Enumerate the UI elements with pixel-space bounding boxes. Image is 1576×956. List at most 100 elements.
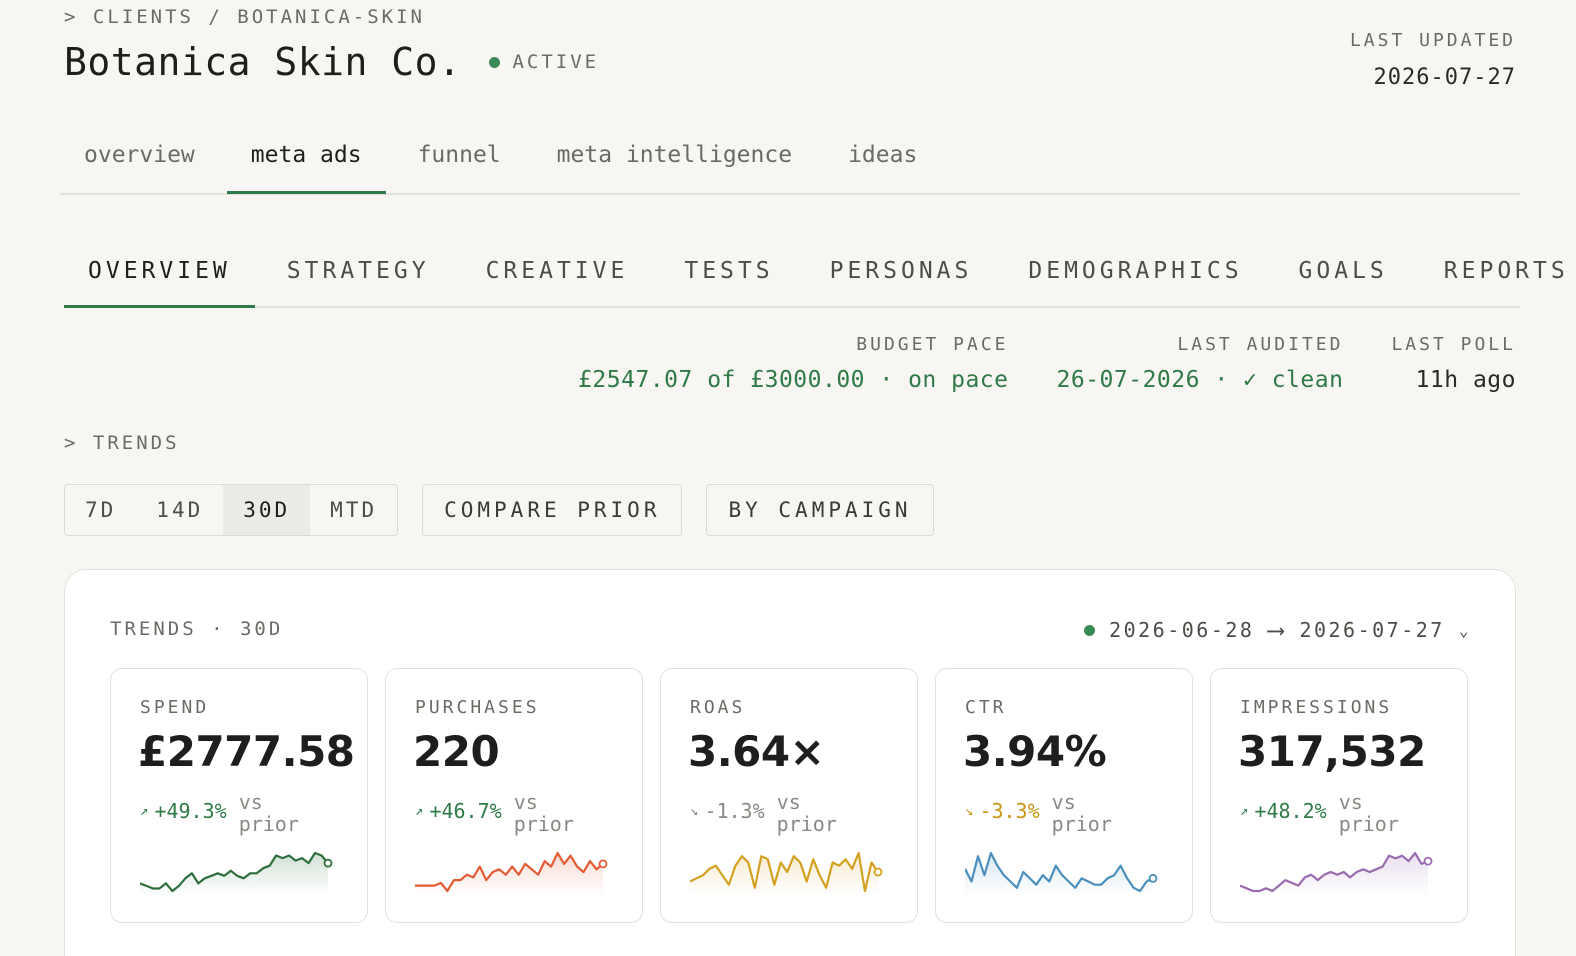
kpi-value: 317,532 [1238, 727, 1426, 776]
kpi-delta: ↗ +48.2% [1240, 799, 1327, 823]
kpi-card-impressions[interactable]: IMPRESSIONS 317,532 ↗ +48.2% vs prior [1210, 668, 1468, 923]
kpi-delta-row: ↘ -3.3% vs prior [965, 791, 1122, 835]
budget-pace-value: £2547.07 of £3000.00 · on pace [578, 367, 1009, 393]
last-poll-label: LAST POLL [1391, 334, 1516, 355]
range-selector: 7D 14D 30D MTD [64, 484, 399, 536]
tab-meta-intelligence[interactable]: meta intelligence [533, 128, 816, 194]
budget-pace: BUDGET PACE £2547.07 of £3000.00 · on pa… [578, 334, 1008, 393]
last-updated: LAST UPDATED 2026-07-27 [1350, 30, 1516, 90]
last-updated-value: 2026-07-27 [1373, 65, 1516, 90]
subtab-demographics[interactable]: DEMOGRAPHICS [1004, 242, 1266, 308]
range-mtd-button[interactable]: MTD [310, 485, 397, 535]
status-badge: ACTIVE [489, 51, 599, 73]
date-from: 2026-06-28 [1109, 618, 1255, 642]
arrow-right-icon: ⟶ [1268, 616, 1286, 644]
subtab-strategy[interactable]: STRATEGY [263, 242, 454, 308]
kpi-cards: SPEND £2777.58 ↗ +49.3% vs prior PURCHASES 220… [110, 668, 1468, 923]
subtab-tests[interactable]: TESTS [660, 242, 797, 308]
trending-flat-down-icon: ↘ [690, 803, 699, 819]
subtab-overview[interactable]: OVERVIEW [64, 242, 255, 308]
date-to: 2026-07-27 [1299, 618, 1445, 642]
range-30d-button[interactable]: 30D [223, 485, 311, 535]
kpi-delta-value: +46.7% [429, 799, 502, 823]
tab-overview[interactable]: overview [60, 128, 219, 194]
subtab-personas[interactable]: PERSONAS [806, 242, 997, 308]
last-updated-label: LAST UPDATED [1349, 30, 1516, 51]
kpi-delta-row: ↘ -1.3% vs prior [690, 791, 847, 835]
date-range-dot [1084, 624, 1096, 636]
range-7d-button[interactable]: 7D [65, 485, 136, 535]
chevron-down-icon: ⌄ [1458, 620, 1471, 640]
sparkline-last-point [873, 867, 883, 877]
kpi-delta-value: +48.2% [1254, 799, 1327, 823]
kpi-delta-row: ↗ +46.7% vs prior [415, 791, 584, 835]
last-audited-value: 26-07-2026 · ✓ clean [1056, 367, 1344, 393]
kpi-value: 3.94% [963, 727, 1107, 776]
kpi-vs-prior: vs prior [1338, 790, 1399, 836]
by-campaign-button[interactable]: BY CAMPAIGN [706, 484, 934, 536]
kpi-delta: ↘ -3.3% [965, 799, 1040, 823]
tab-funnel[interactable]: funnel [394, 128, 525, 194]
kpi-label: SPEND [140, 697, 210, 718]
sparkline-last-point [323, 858, 333, 868]
trend-controls: 7D 14D 30D MTD COMPARE PRIOR BY CAMPAIGN [64, 484, 934, 536]
sparkline-area [690, 853, 878, 895]
status-text: ACTIVE [512, 51, 600, 73]
sparkline-chart [690, 851, 883, 895]
kpi-card-purchases[interactable]: PURCHASES 220 ↗ +46.7% vs prior [385, 668, 643, 923]
breadcrumb: > CLIENTS / BOTANICA-SKIN [64, 6, 425, 28]
kpi-delta-row: ↗ +48.2% vs prior [1240, 791, 1409, 835]
subtab-reports[interactable]: REPORTS [1420, 242, 1576, 308]
primary-tabs: overview meta ads funnel meta intelligen… [60, 128, 1520, 195]
sparkline-chart [965, 851, 1158, 895]
status-stats: BUDGET PACE £2547.07 of £3000.00 · on pa… [578, 334, 1516, 393]
section-label-trends: > TRENDS [64, 432, 180, 454]
kpi-delta-value: -3.3% [979, 799, 1040, 823]
compare-prior-button[interactable]: COMPARE PRIOR [422, 484, 683, 536]
subtab-goals[interactable]: GOALS [1275, 242, 1412, 308]
kpi-vs-prior: vs prior [238, 790, 299, 836]
kpi-delta: ↗ +46.7% [415, 799, 502, 823]
trending-down-icon: ↘ [965, 803, 974, 819]
page-title: Botanica Skin Co. [64, 40, 462, 84]
kpi-delta: ↗ +49.3% [140, 799, 227, 823]
sparkline-last-point [1423, 856, 1433, 866]
status-dot [489, 56, 501, 68]
kpi-label: PURCHASES [415, 697, 540, 718]
kpi-delta-row: ↗ +49.3% vs prior [140, 791, 309, 835]
sparkline-chart [415, 851, 608, 895]
tab-meta-ads[interactable]: meta ads [226, 128, 386, 194]
trending-up-icon: ↗ [415, 803, 424, 819]
sparkline-last-point [1148, 873, 1158, 883]
date-range-picker[interactable]: 2026-06-28 ⟶ 2026-07-27 ⌄ [1084, 616, 1471, 644]
secondary-tabs: OVERVIEW STRATEGY CREATIVE TESTS PERSONA… [64, 242, 1565, 308]
subtab-creative[interactable]: CREATIVE [462, 242, 653, 308]
kpi-delta-value: +49.3% [154, 799, 227, 823]
kpi-label: ROAS [690, 697, 746, 718]
sparkline-chart [140, 851, 333, 895]
last-audited: LAST AUDITED 26-07-2026 · ✓ clean [1057, 334, 1344, 393]
panel-title: TRENDS · 30D [110, 618, 284, 640]
kpi-card-ctr[interactable]: CTR 3.94% ↘ -3.3% vs prior [935, 668, 1193, 923]
tab-ideas[interactable]: ideas [824, 128, 941, 194]
kpi-value: £2777.58 [138, 727, 355, 776]
kpi-value: 3.64× [688, 727, 825, 776]
kpi-delta-value: -1.3% [704, 799, 765, 823]
sparkline-area [415, 853, 603, 895]
kpi-card-spend[interactable]: SPEND £2777.58 ↗ +49.3% vs prior [110, 668, 368, 923]
kpi-label: IMPRESSIONS [1240, 697, 1393, 718]
kpi-vs-prior: vs prior [776, 790, 837, 836]
trending-up-icon: ↗ [1240, 803, 1249, 819]
last-poll-value: 11h ago [1415, 367, 1516, 393]
last-audited-label: LAST AUDITED [1177, 334, 1344, 355]
trends-panel: TRENDS · 30D 2026-06-28 ⟶ 2026-07-27 ⌄ S… [64, 569, 1516, 956]
kpi-card-roas[interactable]: ROAS 3.64× ↘ -1.3% vs prior [660, 668, 918, 923]
trending-up-icon: ↗ [140, 803, 149, 819]
sparkline-chart [1240, 851, 1433, 895]
range-14d-button[interactable]: 14D [136, 485, 223, 535]
last-poll: LAST POLL 11h ago [1391, 334, 1516, 393]
kpi-vs-prior: vs prior [1051, 790, 1112, 836]
kpi-vs-prior: vs prior [513, 790, 574, 836]
kpi-value: 220 [413, 727, 500, 776]
sparkline-last-point [598, 859, 608, 869]
